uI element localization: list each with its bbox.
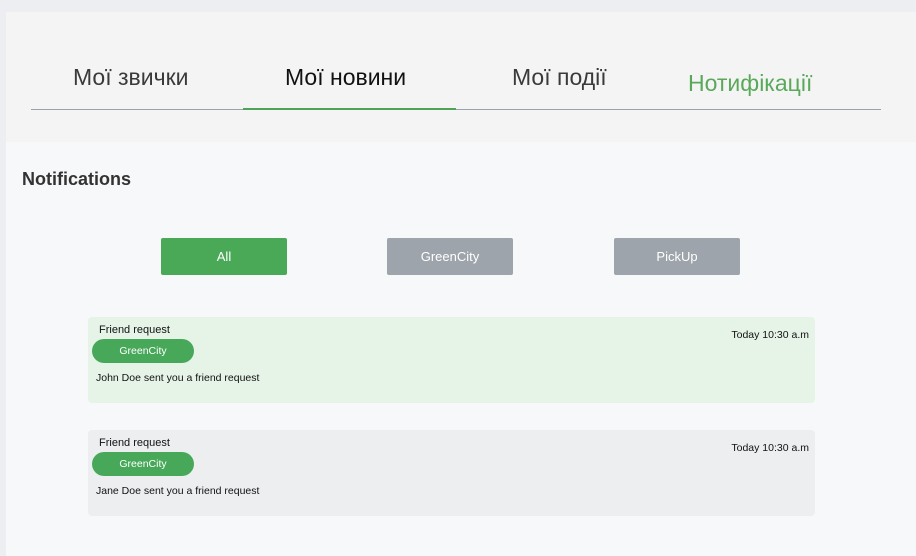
notification-source-badge: GreenCity bbox=[92, 339, 194, 363]
notification-source-badge: GreenCity bbox=[92, 452, 194, 476]
active-tab-indicator bbox=[243, 108, 456, 110]
notification-card[interactable]: Friend request GreenCity Jane Doe sent y… bbox=[88, 430, 815, 516]
tab-my-events[interactable]: Мої події bbox=[512, 64, 607, 91]
tabs-bar: Мої звички Мої новини Мої події Нотифіка… bbox=[6, 12, 916, 142]
app-window: Мої звички Мої новини Мої події Нотифіка… bbox=[6, 12, 916, 556]
tab-notifications[interactable]: Нотифікації bbox=[688, 70, 812, 97]
tab-my-news[interactable]: Мої новини bbox=[285, 64, 406, 91]
filter-greencity-button[interactable]: GreenCity bbox=[387, 238, 513, 275]
notification-message: John Doe sent you a friend request bbox=[96, 372, 260, 384]
tab-my-habits[interactable]: Мої звички bbox=[73, 64, 189, 91]
notification-title: Friend request bbox=[99, 437, 170, 449]
notification-title: Friend request bbox=[99, 324, 170, 336]
notification-message: Jane Doe sent you a friend request bbox=[96, 485, 260, 497]
notification-time: Today 10:30 a.m bbox=[731, 329, 809, 341]
page-title: Notifications bbox=[22, 169, 132, 189]
filter-all-button[interactable]: All bbox=[161, 238, 287, 275]
tab-divider bbox=[31, 109, 881, 110]
filter-pickup-button[interactable]: PickUp bbox=[614, 238, 740, 275]
notification-card[interactable]: Friend request GreenCity John Doe sent y… bbox=[88, 317, 815, 403]
notification-time: Today 10:30 a.m bbox=[731, 442, 809, 454]
